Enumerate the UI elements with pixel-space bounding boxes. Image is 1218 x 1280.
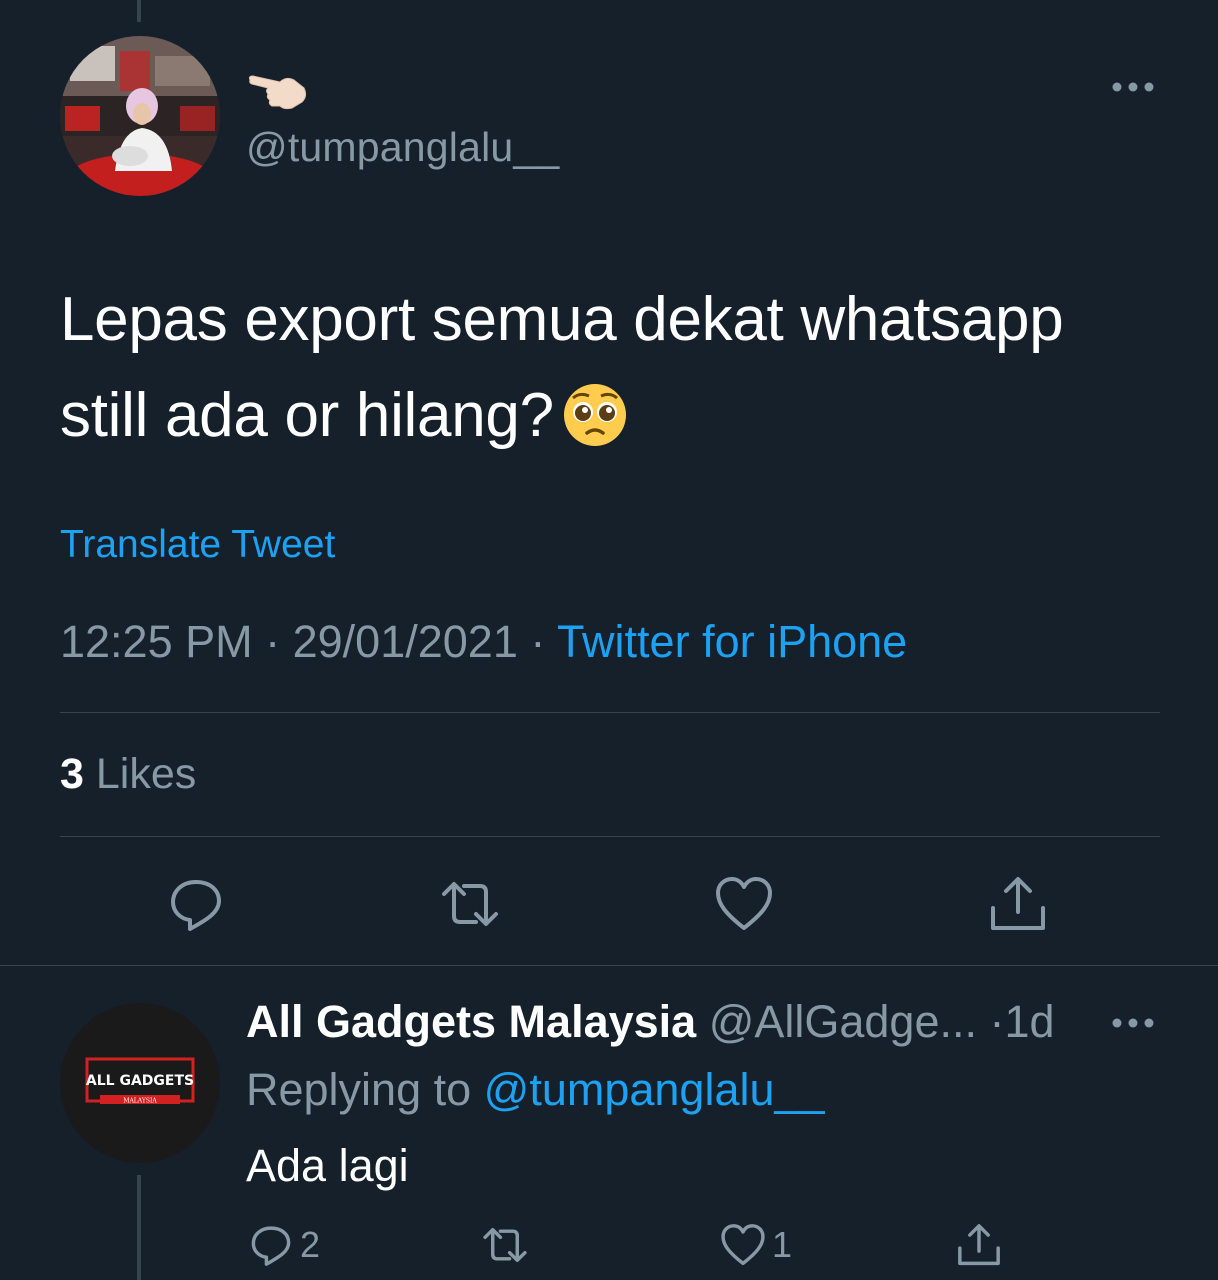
pleading-face-icon bbox=[563, 384, 626, 446]
share-small-icon bbox=[958, 1224, 1000, 1266]
reply-header: All Gadgets Malaysia @AllGadge... ·1d bbox=[246, 996, 1055, 1048]
reply-reply-button[interactable]: 2 bbox=[248, 1220, 320, 1270]
pointing-hand-icon bbox=[248, 75, 307, 110]
reply-more-options-icon[interactable] bbox=[1110, 1012, 1156, 1034]
reply-author-avatar[interactable]: ALL GADGETS MALAYSIA bbox=[60, 1003, 220, 1163]
reply-icon[interactable] bbox=[166, 874, 226, 934]
likes-label: Likes bbox=[83, 750, 197, 798]
tweet-text-line-2-text: still ada or hilang? bbox=[60, 381, 554, 450]
divider-top bbox=[60, 712, 1160, 713]
tweet-date[interactable]: 29/01/2021 bbox=[293, 616, 518, 667]
thread-line-bottom bbox=[137, 1175, 141, 1280]
reply-time[interactable]: ·1d bbox=[977, 996, 1055, 1047]
reply-like-count: 1 bbox=[772, 1224, 793, 1265]
share-icon[interactable] bbox=[988, 874, 1048, 934]
replying-to: Replying to @tumpanglalu__ bbox=[246, 1064, 825, 1116]
reply-share-button[interactable] bbox=[956, 1220, 1002, 1270]
meta-separator-1: · bbox=[252, 616, 293, 667]
replying-to-mention[interactable]: @tumpanglalu__ bbox=[484, 1064, 825, 1115]
likes-link[interactable]: 3 Likes bbox=[60, 750, 196, 799]
all-gadgets-logo: ALL GADGETS MALAYSIA bbox=[85, 1057, 195, 1105]
reply-author-name[interactable]: All Gadgets Malaysia bbox=[246, 996, 696, 1047]
meta-separator-2: · bbox=[517, 616, 558, 667]
retweet-icon[interactable] bbox=[440, 874, 500, 934]
reply-retweet-button[interactable] bbox=[482, 1220, 528, 1270]
author-handle[interactable]: @tumpanglalu__ bbox=[246, 124, 559, 171]
reply-author-handle[interactable]: @AllGadge... bbox=[696, 996, 977, 1047]
author-avatar[interactable] bbox=[60, 36, 220, 196]
logo-text: ALL GADGETS bbox=[86, 1073, 194, 1089]
tweet-text-line-2: still ada or hilang? bbox=[60, 368, 1180, 464]
logo-subtext: MALAYSIA bbox=[123, 1098, 157, 1105]
thread-line-top bbox=[137, 0, 141, 22]
tweet-text-line-1: Lepas export semua dekat whatsapp bbox=[60, 285, 1064, 354]
tweet-separator bbox=[0, 965, 1218, 966]
tweet-text: Lepas export semua dekat whatsapp still … bbox=[60, 272, 1180, 464]
reply-text: Ada lagi bbox=[246, 1140, 409, 1191]
divider-bottom bbox=[60, 836, 1160, 837]
replying-prefix: Replying to bbox=[246, 1064, 484, 1115]
more-options-icon[interactable] bbox=[1110, 76, 1156, 98]
tweet-time[interactable]: 12:25 PM bbox=[60, 616, 253, 667]
like-icon[interactable] bbox=[714, 874, 774, 934]
tweet-meta: 12:25 PM · 29/01/2021 · Twitter for iPho… bbox=[60, 616, 907, 668]
retweet-small-icon bbox=[483, 1227, 527, 1263]
likes-count: 3 bbox=[60, 750, 84, 798]
tweet-source-link[interactable]: Twitter for iPhone bbox=[557, 616, 907, 667]
reply-small-icon bbox=[251, 1226, 291, 1266]
reply-like-button[interactable]: 1 bbox=[720, 1220, 792, 1270]
like-small-icon bbox=[721, 1224, 765, 1266]
reply-reply-count: 2 bbox=[300, 1224, 321, 1265]
translate-tweet-link[interactable]: Translate Tweet bbox=[60, 523, 335, 567]
